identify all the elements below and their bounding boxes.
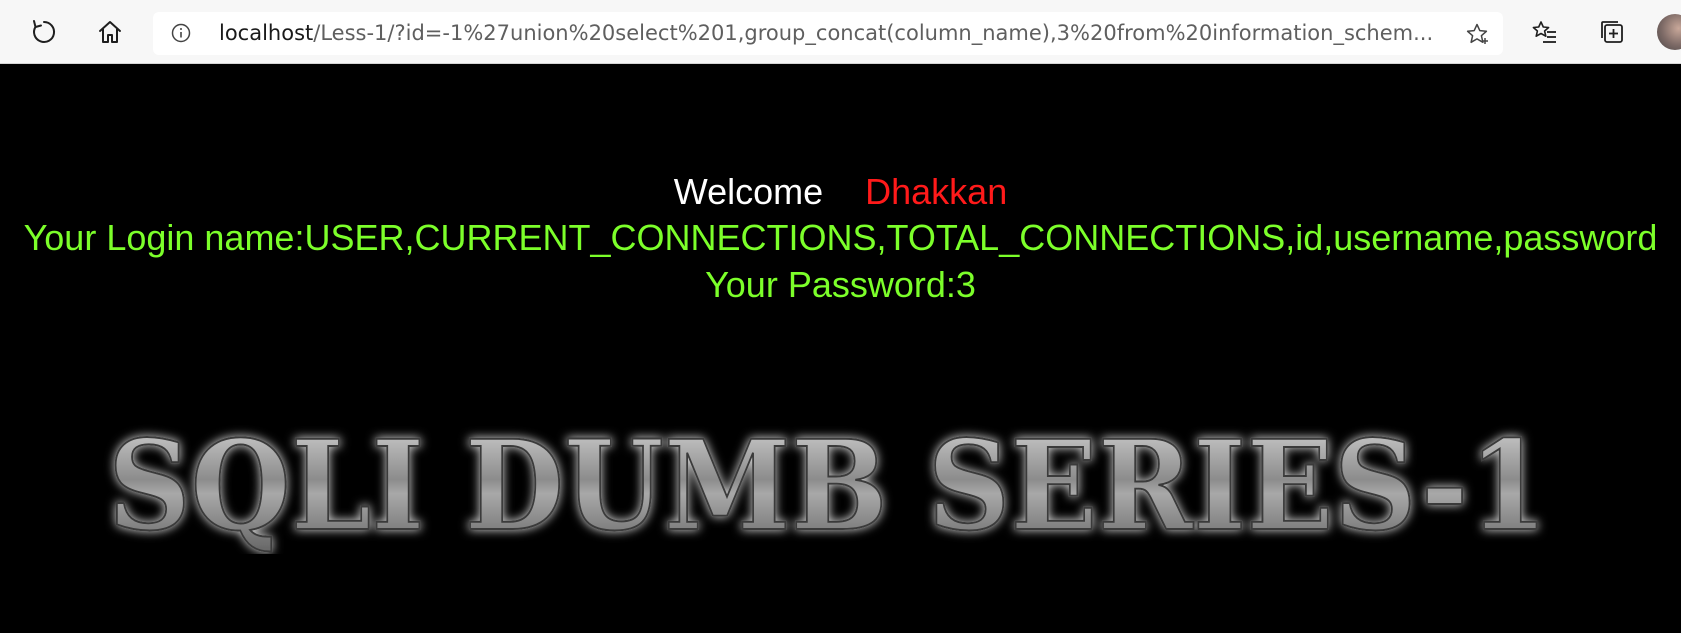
collections-button[interactable]: [1592, 12, 1632, 52]
home-button[interactable]: [90, 12, 130, 52]
favorites-icon: [1532, 21, 1556, 43]
refresh-icon: [33, 20, 56, 43]
collections-icon: [1601, 21, 1623, 43]
banner-text: SQLI DUMB SERIES-1: [108, 414, 1548, 554]
page-content: Welcome Dhakkan Your Login name:USER,CURR…: [0, 64, 1681, 633]
profile-avatar[interactable]: [1657, 14, 1681, 50]
favorites-button[interactable]: [1525, 12, 1565, 52]
star-icon: [1466, 23, 1488, 44]
welcome-name: Dhakkan: [865, 171, 1008, 212]
refresh-button[interactable]: [24, 12, 64, 52]
add-favorite-button[interactable]: [1463, 20, 1491, 48]
url-text[interactable]: localhost/Less-1/?id=-1%27union%20select…: [219, 12, 1439, 55]
welcome-label: Welcome: [673, 171, 824, 212]
info-icon[interactable]: [171, 23, 191, 43]
sqli-dumb-series-banner: SQLI DUMB SERIES-1: [107, 413, 1549, 554]
password-result: Your Password:3: [705, 264, 976, 305]
url-path: /Less-1/?id=-1%27union%20select%201,grou…: [313, 21, 1434, 45]
browser-toolbar: localhost/Less-1/?id=-1%27union%20select…: [0, 0, 1681, 64]
login-name-result: Your Login name:USER,CURRENT_CONNECTIONS…: [23, 217, 1658, 258]
url-host: localhost: [219, 21, 314, 45]
home-icon: [99, 21, 121, 43]
welcome-line: Welcome Dhakkan: [0, 170, 1681, 214]
address-bar[interactable]: localhost/Less-1/?id=-1%27union%20select…: [153, 12, 1503, 55]
